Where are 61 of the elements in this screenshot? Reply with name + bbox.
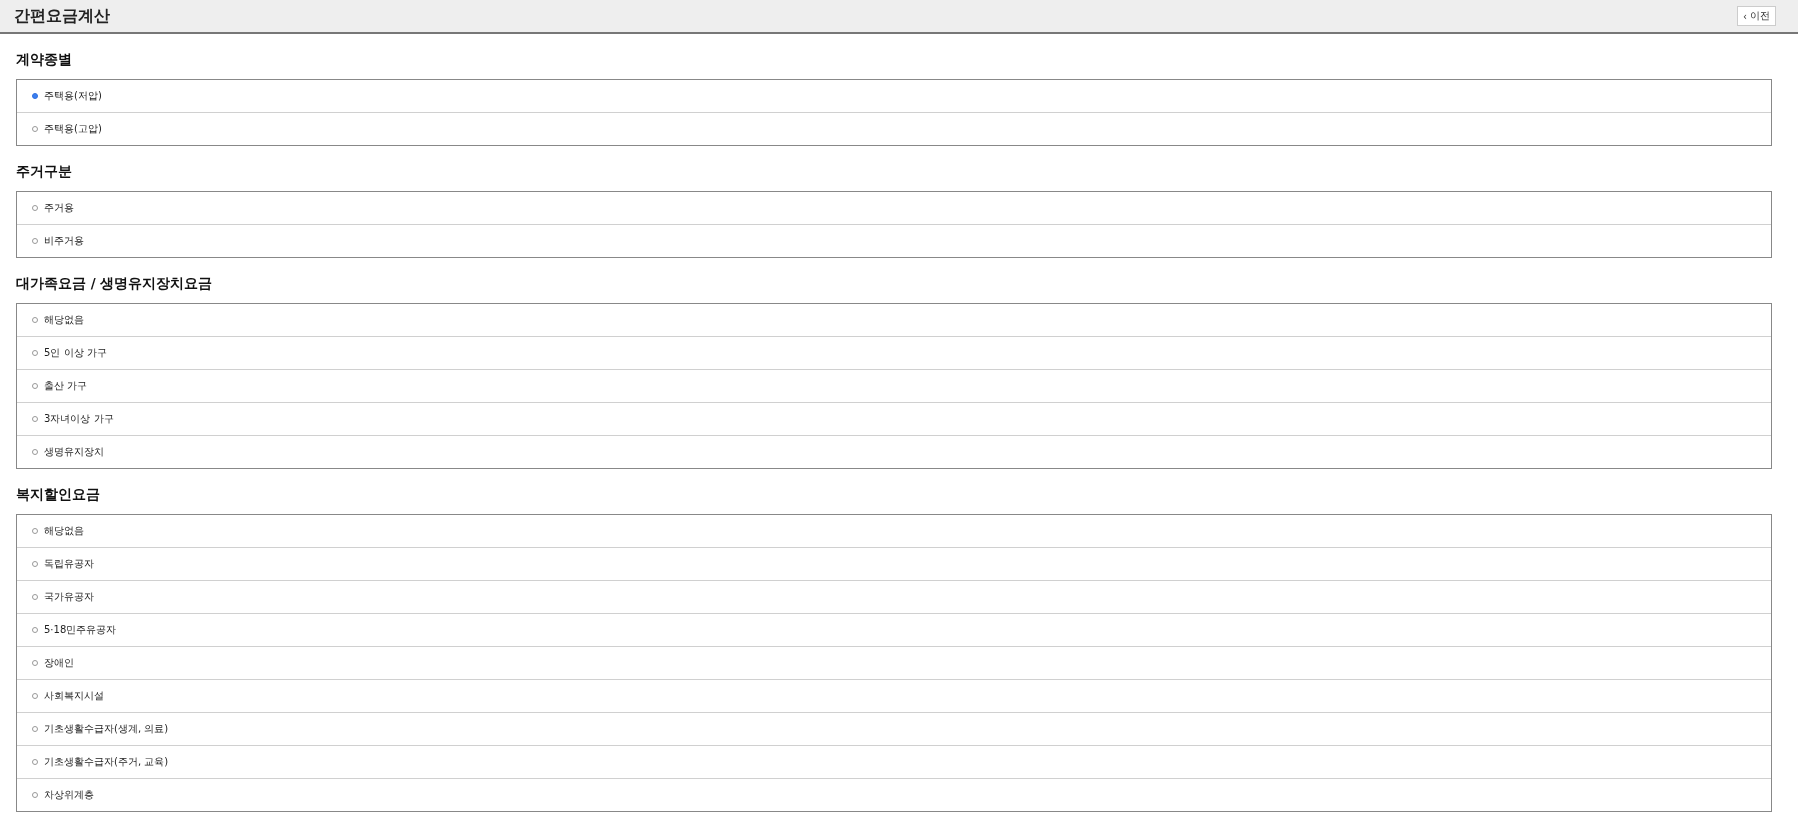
option-label: 생명유지장치 [44,445,104,459]
option-label: 차상위계층 [44,788,94,802]
radio-icon[interactable] [32,660,38,666]
radio-option[interactable]: 기초생활수급자(생계, 의료) [17,712,1771,745]
option-label: 5·18민주유공자 [44,623,117,637]
option-label: 독립유공자 [44,557,94,571]
radio-icon[interactable] [32,416,38,422]
option-label: 3자녀이상 가구 [44,412,114,426]
radio-option[interactable]: 독립유공자 [17,547,1771,580]
option-label: 주택용(고압) [44,122,102,136]
radio-option[interactable]: 3자녀이상 가구 [17,402,1771,435]
radio-icon[interactable] [32,238,38,244]
radio-icon[interactable] [32,205,38,211]
radio-option[interactable]: 기초생활수급자(주거, 교육) [17,745,1771,778]
radio-option[interactable]: 생명유지장치 [17,435,1771,468]
section-title: 복지할인요금 [16,484,101,504]
radio-option[interactable]: 비주거용 [17,224,1771,257]
radio-icon[interactable] [32,317,38,323]
radio-icon[interactable] [32,126,38,132]
chevron-left-icon: ‹ [1743,10,1747,22]
section-title: 계약종별 [16,49,73,69]
option-label: 비주거용 [44,234,84,248]
radio-option[interactable]: 5인 이상 가구 [17,336,1771,369]
page-title: 간편요금계산 [14,5,110,27]
radio-icon[interactable] [32,528,38,534]
radio-option[interactable]: 주택용(고압) [17,112,1771,145]
radio-icon[interactable] [32,759,38,765]
radio-icon[interactable] [32,350,38,356]
radio-icon[interactable] [32,93,38,99]
radio-option[interactable]: 출산 가구 [17,369,1771,402]
option-label: 해당없음 [44,313,84,327]
radio-option[interactable]: 5·18민주유공자 [17,613,1771,646]
radio-icon[interactable] [32,627,38,633]
radio-option[interactable]: 주택용(저압) [17,80,1771,112]
radio-icon[interactable] [32,792,38,798]
option-label: 주택용(저압) [44,89,102,103]
radio-option[interactable]: 장애인 [17,646,1771,679]
radio-icon[interactable] [32,449,38,455]
option-label: 기초생활수급자(주거, 교육) [44,755,169,769]
option-label: 해당없음 [44,524,84,538]
radio-icon[interactable] [32,726,38,732]
option-label: 출산 가구 [44,379,88,393]
radio-option[interactable]: 차상위계층 [17,778,1771,811]
back-button[interactable]: ‹ 이전 [1737,6,1776,26]
radio-icon[interactable] [32,693,38,699]
radio-option[interactable]: 국가유공자 [17,580,1771,613]
option-label: 5인 이상 가구 [44,346,107,360]
option-label: 장애인 [44,656,74,670]
radio-option[interactable]: 주거용 [17,192,1771,224]
option-label: 사회복지시설 [44,689,104,703]
radio-icon[interactable] [32,594,38,600]
section-title: 대가족요금 / 생명유지장치요금 [16,273,214,293]
radio-option[interactable]: 사회복지시설 [17,679,1771,712]
radio-option[interactable]: 해당없음 [17,515,1771,547]
radio-icon[interactable] [32,561,38,567]
option-label: 기초생활수급자(생계, 의료) [44,722,169,736]
option-label: 주거용 [44,201,74,215]
radio-icon[interactable] [32,383,38,389]
section-title: 주거구분 [16,161,73,181]
radio-option[interactable]: 해당없음 [17,304,1771,336]
option-label: 국가유공자 [44,590,94,604]
